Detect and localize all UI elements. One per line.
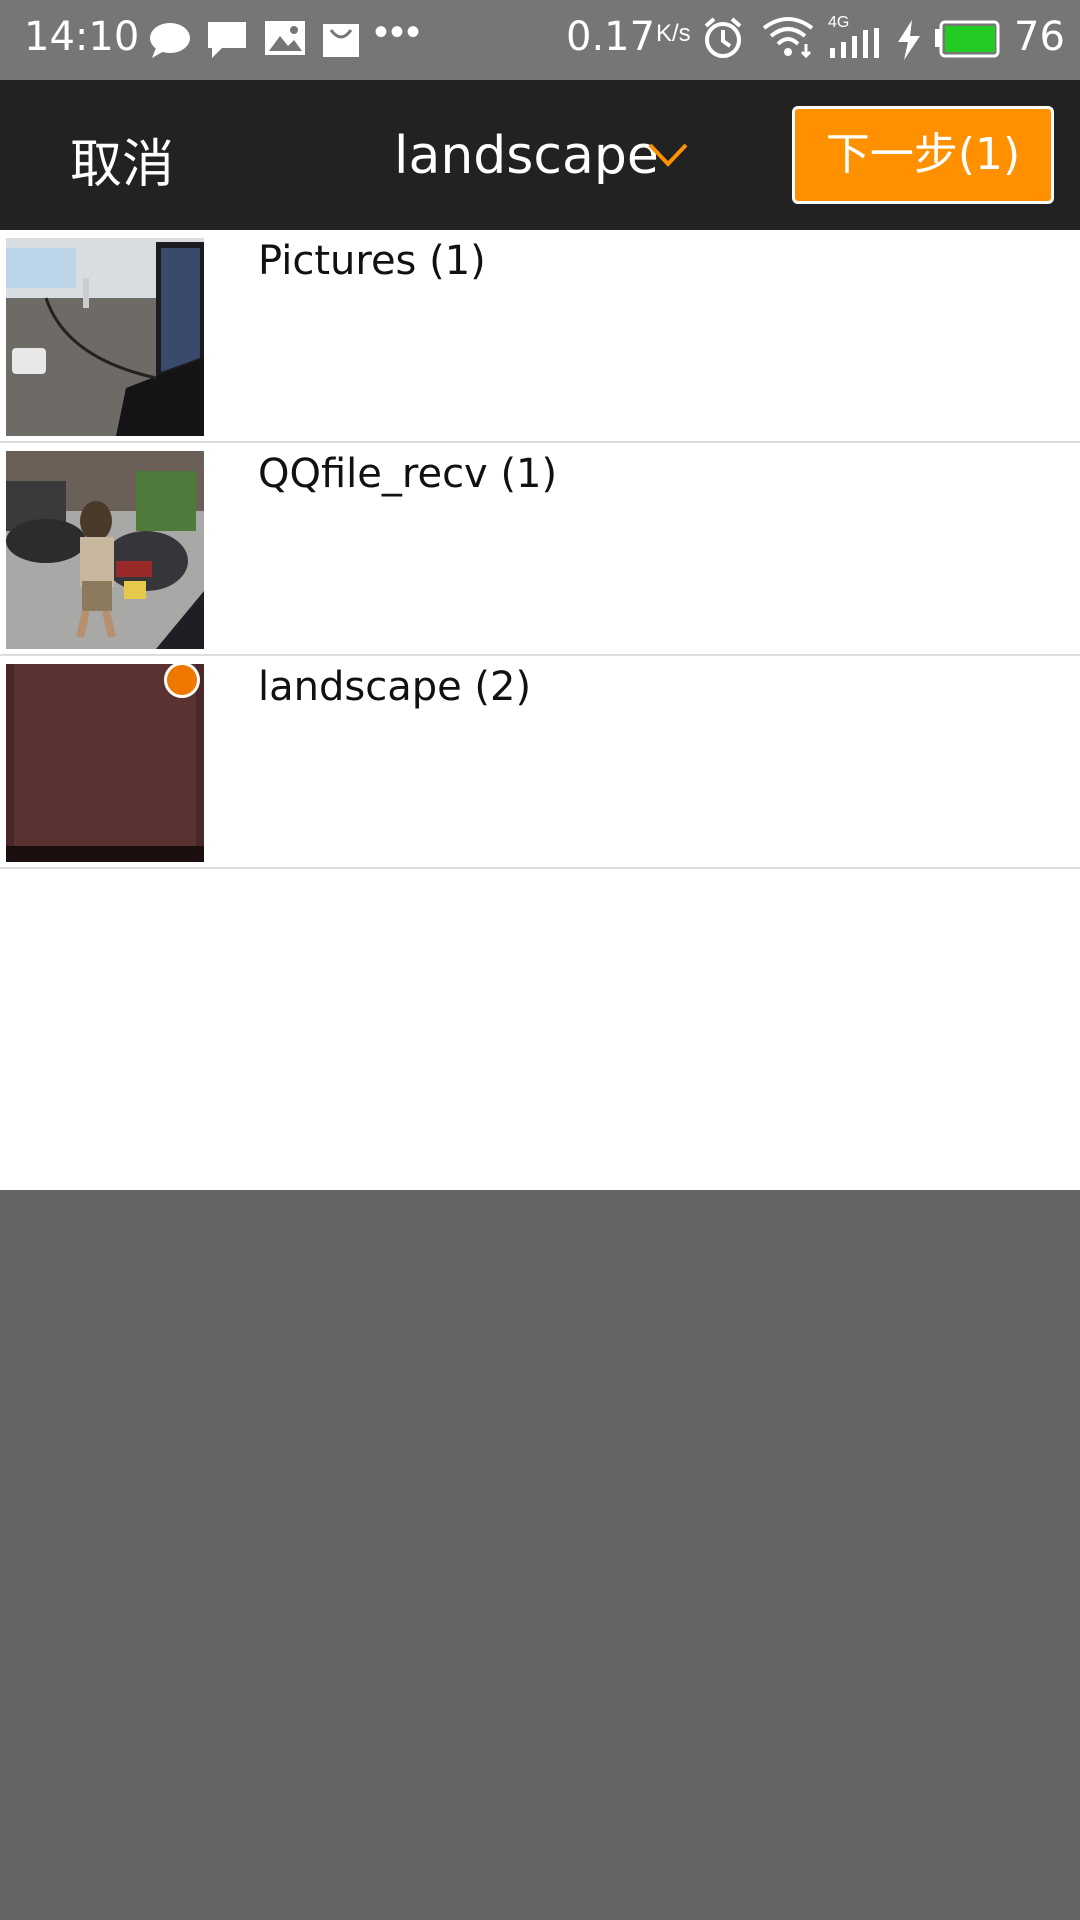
battery-icon (935, 20, 1000, 58)
charging-icon (898, 20, 920, 60)
network-speed: 0.17 (566, 14, 656, 60)
wifi-icon (762, 17, 814, 59)
selected-indicator (164, 662, 200, 698)
picker-header: 取消 landscape 下一步(1) (0, 80, 1080, 230)
chevron-down-icon[interactable] (648, 142, 688, 168)
message-icon (208, 22, 246, 58)
alarm-icon (704, 17, 742, 58)
more-icon: ••• (374, 10, 423, 54)
status-bar: 14:10 ••• 0.17 K/s 4G 76 (0, 0, 1080, 80)
signal-icon (830, 28, 879, 58)
chat-bubble-icon (150, 23, 190, 58)
album-label: Pictures (1) (258, 238, 486, 284)
album-row-landscape[interactable]: landscape (2) (0, 656, 1080, 869)
album-row-qqfile-recv[interactable]: QQfile_recv (1) (0, 443, 1080, 656)
status-time: 14:10 (24, 14, 140, 60)
album-label: QQfile_recv (1) (258, 451, 558, 497)
shopping-bag-icon (323, 24, 359, 57)
album-thumbnail (6, 451, 204, 649)
album-row-pictures[interactable]: Pictures (1) (0, 230, 1080, 443)
album-thumbnail (6, 238, 204, 436)
album-title: landscape (394, 126, 659, 186)
network-speed-unit: K/s (656, 20, 691, 47)
album-label: landscape (2) (258, 664, 532, 710)
album-list: Pictures (1) QQfile_recv (1) landscape (… (0, 230, 1080, 1190)
album-title-dropdown[interactable]: landscape (394, 126, 659, 186)
cancel-button[interactable]: 取消 (70, 122, 174, 197)
next-step-button[interactable]: 下一步(1) (792, 106, 1054, 204)
battery-level: 76 (1014, 14, 1065, 60)
image-icon (265, 21, 305, 55)
